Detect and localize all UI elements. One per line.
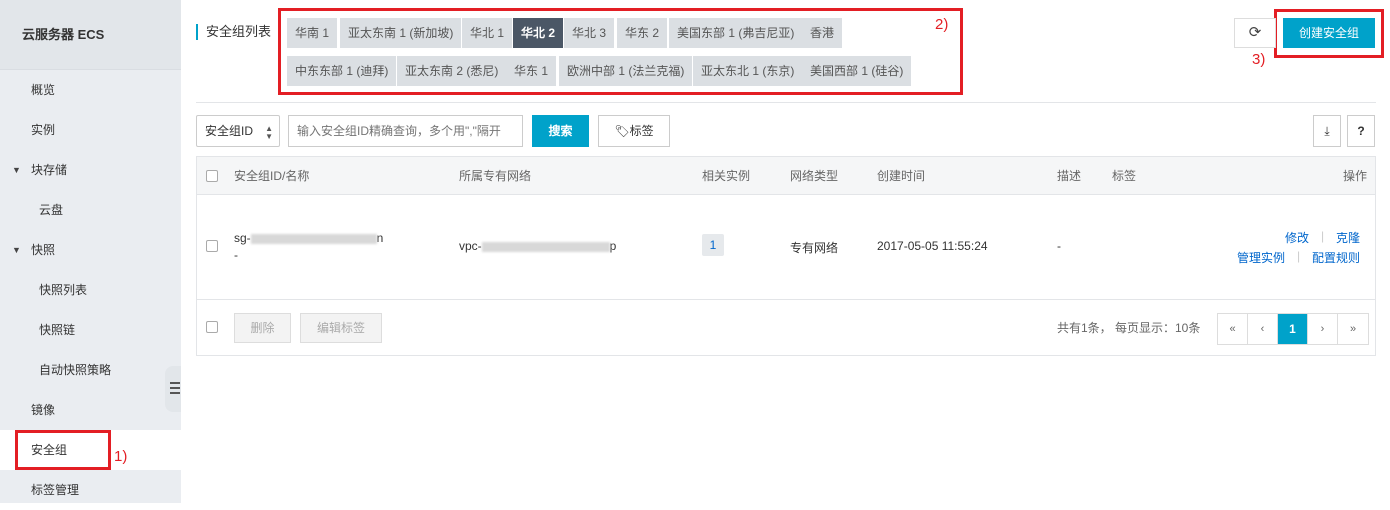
region-tab-active[interactable]: 华北 2 [513,18,564,48]
column-header: 所属专有网络 [459,169,532,183]
region-tab[interactable]: 华北 1 [462,18,513,48]
refresh-icon: ⟳ [1248,24,1262,41]
column-header: 创建时间 [877,169,926,183]
region-tab[interactable]: 中东东部 1 (迪拜) [287,56,397,86]
sidebar-item-snapshot-chain[interactable]: 快照链 [0,310,181,350]
column-header: 相关实例 [702,169,751,183]
region-tab[interactable]: 美国东部 1 (弗吉尼亚) [669,18,803,48]
page-title: 安全组列表 [196,24,271,40]
download-icon: ⤓ [1324,124,1330,138]
caret-down-icon: ▼ [12,165,21,175]
column-header: 描述 [1057,169,1082,183]
clone-link[interactable]: 克隆 [1336,229,1360,246]
sidebar-title: 云服务器 ECS [0,0,181,70]
sidebar-group-block-storage[interactable]: ▼ 块存储 [0,150,181,190]
sidebar-group-snapshots[interactable]: ▼ 快照 [0,230,181,270]
page-number[interactable]: 1 [1278,314,1308,344]
create-security-group-button[interactable]: 创建安全组 [1283,18,1375,48]
redacted-text [250,233,377,244]
select-arrows-icon: ▲ ▼ [265,124,273,141]
region-tab[interactable]: 亚太东南 1 (新加坡) [340,18,462,48]
instance-count-badge[interactable]: 1 [702,234,724,256]
sidebar-item-images[interactable]: 镜像 [0,390,181,430]
column-header: 网络类型 [790,169,839,183]
link-separator: | [1297,249,1301,263]
region-tab[interactable]: 美国西部 1 (硅谷) [802,56,912,86]
region-tab[interactable]: 华东 1 [506,56,557,86]
search-button[interactable]: 搜索 [532,115,589,147]
export-button[interactable]: ⤓ [1313,115,1341,147]
next-page-button[interactable]: › [1308,314,1338,344]
divider [196,102,1376,103]
refresh-button[interactable]: ⟳ [1234,18,1276,48]
region-tab[interactable]: 欧洲中部 1 (法兰克福) [559,56,693,86]
help-button[interactable]: ? [1347,115,1375,147]
edit-tags-button[interactable]: 编辑标签 [300,313,382,343]
caret-down-icon: ▼ [12,245,21,255]
annotation-label-2: 2) [935,16,949,33]
sidebar-item-instances[interactable]: 实例 [0,110,181,150]
search-input[interactable] [288,115,523,147]
table-header: 安全组ID/名称 所属专有网络 相关实例 网络类型 创建时间 描述 标签 操作 [197,157,1375,195]
region-tab[interactable]: 亚太东北 1 (东京) [693,56,803,86]
annotation-box-1 [15,430,111,470]
delete-button[interactable]: 删除 [234,313,291,343]
pagination-summary: 共有1条， 每页显示：10条 [1057,321,1201,335]
modify-link[interactable]: 修改 [1285,229,1309,246]
annotation-label-3: 3) [1252,51,1266,68]
region-tab[interactable]: 华南 1 [287,18,338,48]
first-page-button[interactable]: « [1218,314,1248,344]
row-checkbox[interactable] [206,240,218,252]
sidebar-item-tag-management[interactable]: 标签管理 [0,470,181,510]
table-row: sg-n - vpc-p 1 专有网络 2017-05-05 11:55:24 … [197,196,1375,300]
column-header: 标签 [1112,169,1137,183]
column-header: 操作 [1343,169,1368,183]
pagination: « ‹ 1 › » [1217,313,1369,345]
region-tab[interactable]: 亚太东南 2 (悉尼) [397,56,507,86]
sidebar-item-overview[interactable]: 概览 [0,70,181,110]
annotation-label-1: 1) [114,448,128,465]
description: - [1057,239,1061,253]
sidebar-item-auto-snapshot-policy[interactable]: 自动快照策略 [0,350,181,390]
region-tab[interactable]: 华东 2 [617,18,668,48]
footer-select-all-checkbox[interactable] [206,321,218,333]
configure-rules-link[interactable]: 配置规则 [1312,249,1360,266]
vpc-id[interactable]: vpc-p [459,239,616,253]
select-all-checkbox[interactable] [206,170,218,182]
security-group-table: 安全组ID/名称 所属专有网络 相关实例 网络类型 创建时间 描述 标签 操作 … [196,156,1376,356]
search-field-select[interactable]: 安全组ID ▲ ▼ [196,115,280,147]
region-tab[interactable]: 华北 3 [564,18,615,48]
manage-instances-link[interactable]: 管理实例 [1237,249,1285,266]
tag-icon: 🏷 [614,124,630,138]
sidebar-item-snapshot-list[interactable]: 快照列表 [0,270,181,310]
table-footer: 删除 编辑标签 共有1条， 每页显示：10条 « ‹ 1 › » [197,301,1375,356]
sidebar: 云服务器 ECS 概览 实例 ▼ 块存储 云盘 ▼ 快照 快照列表 快照链 自动… [0,0,181,503]
security-group-id[interactable]: sg-n [234,231,383,245]
prev-page-button[interactable]: ‹ [1248,314,1278,344]
created-time: 2017-05-05 11:55:24 [877,239,988,253]
network-type: 专有网络 [790,241,839,255]
redacted-text [481,241,610,252]
sidebar-collapse-handle[interactable] [165,366,181,412]
last-page-button[interactable]: » [1338,314,1368,344]
link-separator: | [1321,229,1325,243]
region-tab[interactable]: 香港 [802,18,843,48]
sidebar-item-cloud-disk[interactable]: 云盘 [0,190,181,230]
security-group-name: - [234,248,238,262]
column-header: 安全组ID/名称 [234,169,310,183]
tag-filter-button[interactable]: 🏷标签 [598,115,670,147]
